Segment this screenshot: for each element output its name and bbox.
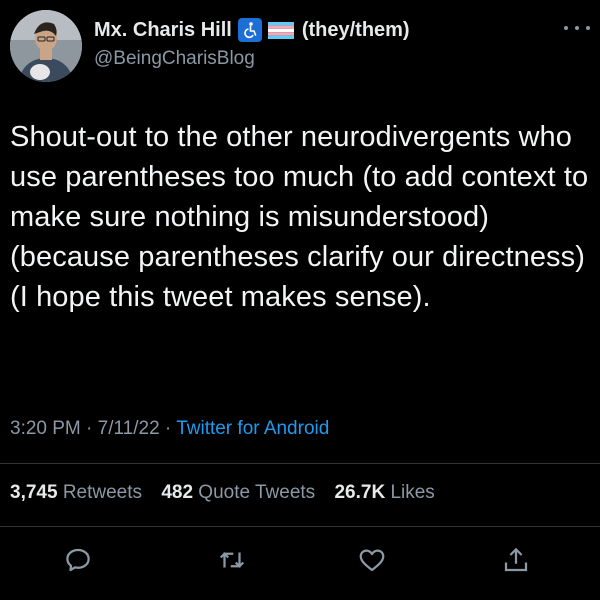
transgender-flag-icon — [267, 21, 294, 39]
author-name-row[interactable]: Mx. Charis Hill (they/them) — [94, 16, 410, 44]
likes-count: 26.7K — [334, 482, 386, 503]
quote-tweets-count: 482 — [161, 482, 194, 503]
tweet-text: Shout-out to the other neurodivergents w… — [10, 121, 589, 313]
retweets-count: 3,745 — [10, 482, 58, 503]
tweet-card: Mx. Charis Hill (they/them) @BeingCharis… — [0, 0, 600, 600]
like-button[interactable] — [352, 540, 392, 580]
likes-stat[interactable]: 26.7K Likes — [334, 482, 434, 503]
retweets-stat[interactable]: 3,745 Retweets — [10, 482, 142, 503]
likes-label: Likes — [390, 482, 435, 503]
divider — [0, 463, 600, 464]
retweet-button[interactable] — [212, 540, 252, 580]
engagement-stats: 3,745 Retweets 482 Quote Tweets 26.7K Li… — [10, 482, 449, 504]
retweets-label: Retweets — [62, 482, 143, 503]
tweet-metadata: 3:20 PM · 7/11/22 · Twitter for Android — [10, 418, 329, 440]
divider — [0, 526, 600, 527]
tweet-time[interactable]: 3:20 PM — [10, 418, 81, 439]
share-button[interactable] — [496, 540, 536, 580]
reply-button[interactable] — [58, 540, 98, 580]
retweet-icon — [219, 552, 245, 568]
share-icon — [504, 547, 528, 572]
like-icon — [359, 549, 385, 572]
tweet-actions-bar — [0, 540, 600, 580]
tweet-date[interactable]: 7/11/22 — [98, 418, 160, 439]
author-pronouns: (they/them) — [301, 18, 410, 41]
author-handle[interactable]: @BeingCharisBlog — [94, 48, 255, 70]
more-options-icon[interactable] — [564, 18, 590, 38]
meta-separator: · — [164, 418, 172, 439]
author-display-name[interactable]: Mx. Charis Hill — [94, 19, 232, 42]
accessibility-icon — [237, 18, 262, 42]
tweet-source-link[interactable]: Twitter for Android — [176, 418, 329, 439]
reply-icon — [66, 548, 90, 572]
quote-tweets-stat[interactable]: 482 Quote Tweets — [161, 482, 315, 503]
quote-tweets-label: Quote Tweets — [198, 482, 316, 503]
avatar[interactable] — [10, 10, 82, 82]
meta-separator: · — [86, 418, 93, 439]
